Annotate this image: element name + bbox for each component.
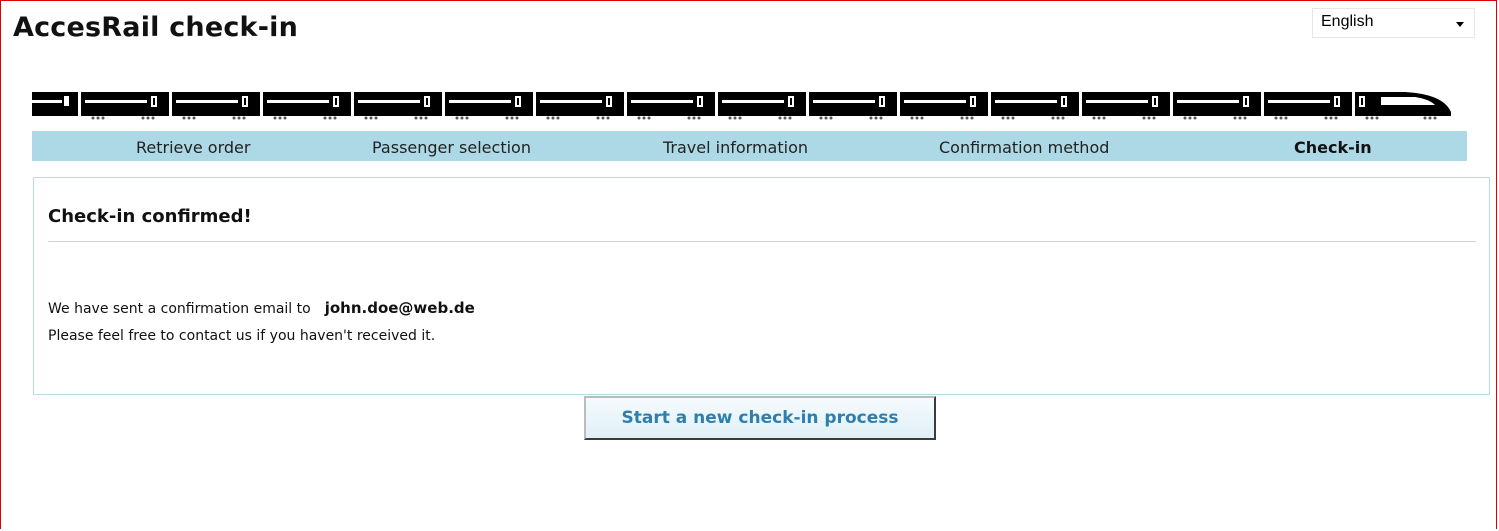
step-confirmation-method: Confirmation method (939, 138, 1110, 157)
confirmation-panel: Check-in confirmed! We have sent a confi… (33, 177, 1490, 395)
train-progress-graphic (32, 92, 1451, 120)
step-travel-information: Travel information (663, 138, 808, 157)
contact-us-line: Please feel free to contact us if you ha… (48, 328, 436, 344)
page-title: AccesRail check-in (13, 12, 298, 43)
progress-steps: Retrieve order Passenger selection Trave… (32, 131, 1467, 161)
confirmation-email-prefix: We have sent a confirmation email to (48, 301, 311, 317)
step-retrieve-order: Retrieve order (136, 138, 251, 157)
caret-down-icon (1456, 22, 1464, 27)
step-passenger-selection: Passenger selection (372, 138, 531, 157)
language-select[interactable]: English (1312, 8, 1475, 38)
step-check-in: Check-in (1294, 138, 1372, 157)
confirmation-heading: Check-in confirmed! (48, 206, 252, 227)
confirmation-email-line: We have sent a confirmation email to john… (48, 299, 475, 317)
confirmation-email-address: john.doe@web.de (324, 299, 475, 317)
panel-divider (48, 241, 1476, 242)
language-selected-value: English (1321, 13, 1374, 30)
start-new-checkin-button[interactable]: Start a new check-in process (584, 396, 936, 440)
